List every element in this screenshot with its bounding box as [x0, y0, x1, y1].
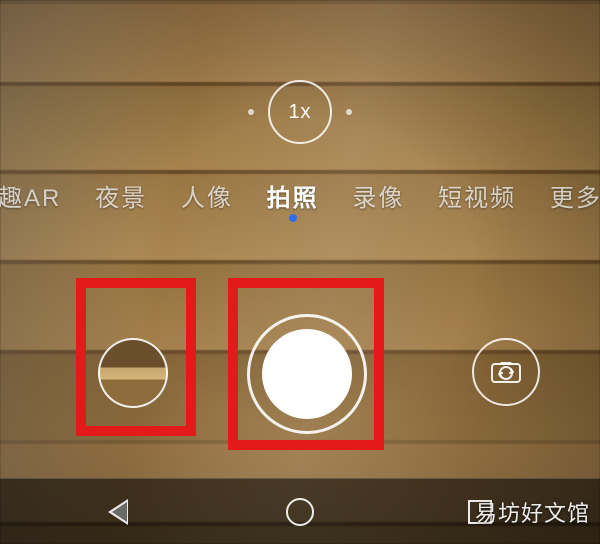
- mode-fun-ar[interactable]: 趣AR: [0, 178, 65, 213]
- mode-short-video[interactable]: 短视频: [434, 178, 520, 213]
- zoom-level-circle[interactable]: 1x: [268, 80, 332, 144]
- home-circle-icon: [286, 498, 314, 526]
- back-triangle-icon: [110, 499, 130, 525]
- switch-camera-button[interactable]: [472, 338, 540, 406]
- mode-selector[interactable]: 趣AR 夜景 人像 拍照 录像 短视频 更多: [0, 178, 600, 213]
- recent-square-icon: [468, 500, 492, 524]
- mode-portrait[interactable]: 人像: [177, 178, 237, 213]
- zoom-dot-left: [248, 109, 254, 115]
- switch-camera-icon: [489, 358, 523, 386]
- mode-night[interactable]: 夜景: [91, 178, 151, 213]
- mode-photo[interactable]: 拍照: [263, 178, 323, 213]
- active-mode-indicator-dot: [289, 214, 297, 222]
- camera-viewfinder: 1x 趣AR 夜景 人像 拍照 录像 短视频 更多: [0, 0, 600, 544]
- zoom-control[interactable]: 1x: [0, 80, 600, 144]
- mode-video[interactable]: 录像: [348, 178, 408, 213]
- zoom-level-label: 1x: [288, 101, 311, 124]
- annotation-box-gallery: [76, 278, 196, 436]
- nav-recent-button[interactable]: [466, 498, 494, 526]
- mode-more[interactable]: 更多: [546, 178, 600, 213]
- system-nav-bar: [0, 478, 600, 544]
- zoom-dot-right: [346, 109, 352, 115]
- mode-photo-label: 拍照: [267, 185, 319, 212]
- annotation-box-shutter: [228, 278, 384, 450]
- nav-home-button[interactable]: [286, 498, 314, 526]
- nav-back-button[interactable]: [106, 498, 134, 526]
